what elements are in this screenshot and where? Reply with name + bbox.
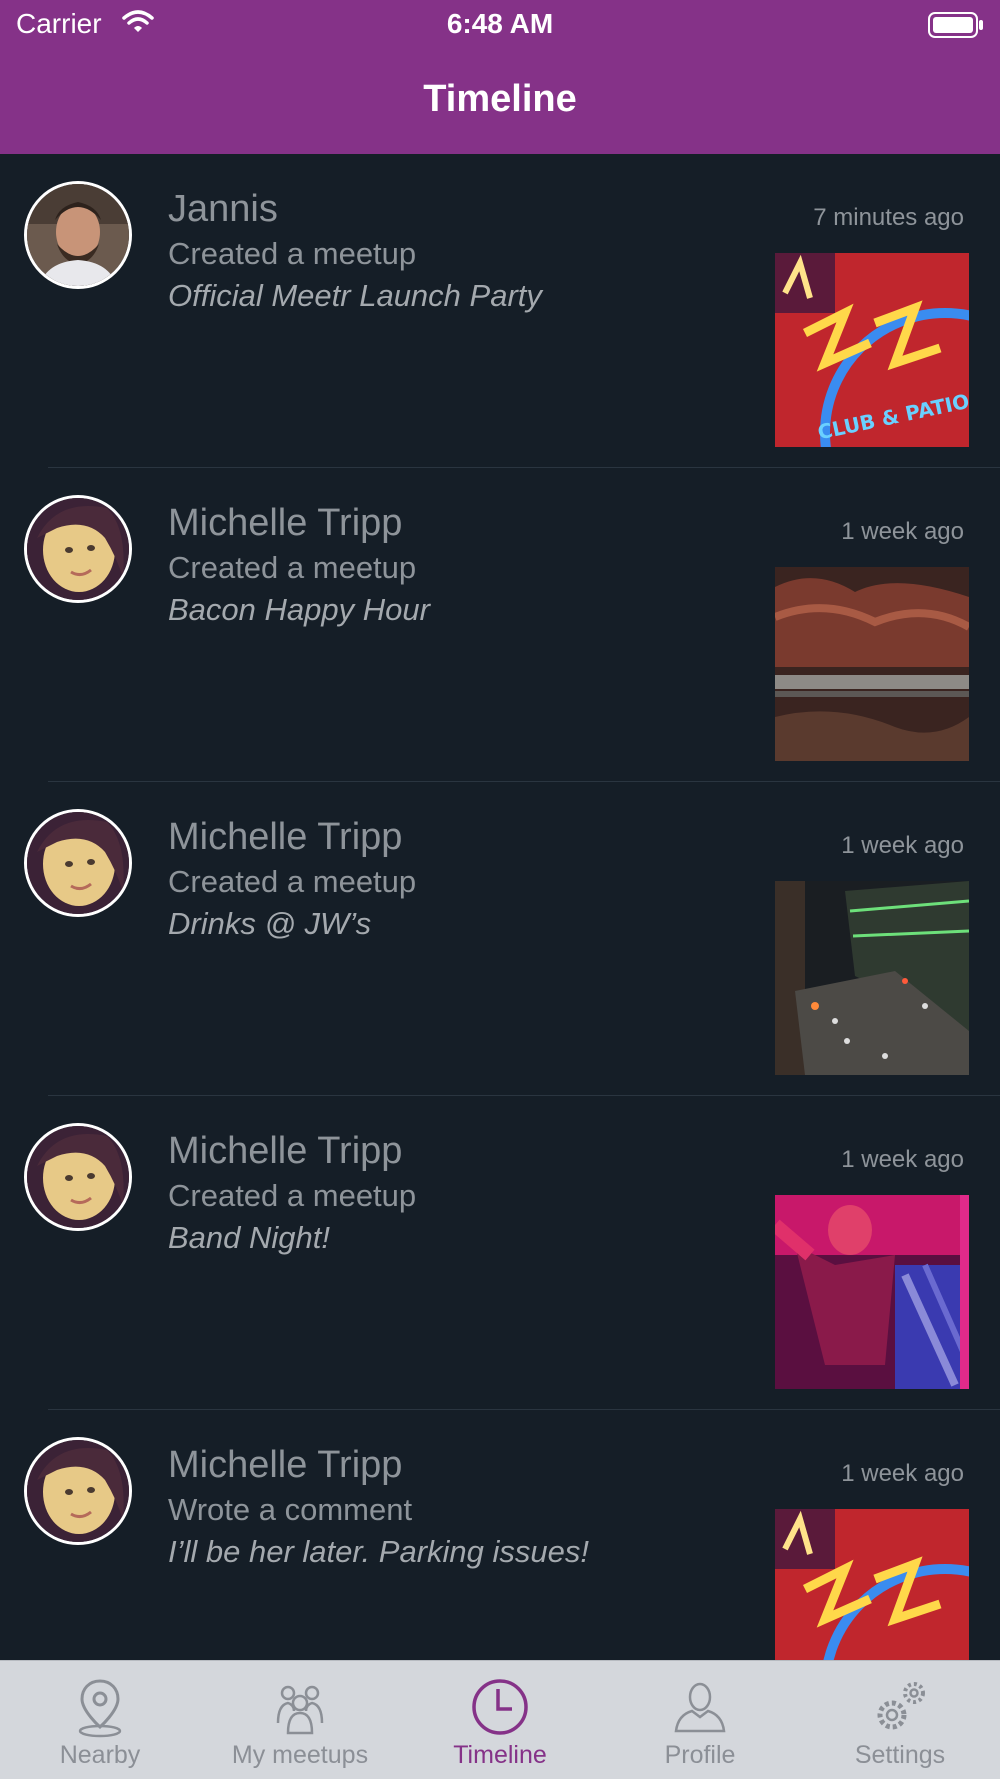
activity-action: Created a meetup [168,236,417,271]
tab-nearby[interactable]: Nearby [0,1661,200,1779]
user-name: Jannis [168,188,278,230]
location-pin-icon [78,1679,122,1738]
activity-detail[interactable]: Drinks @ JW’s [168,906,371,942]
activity-detail[interactable]: Bacon Happy Hour [168,592,430,628]
meetup-thumbnail[interactable] [775,881,969,1075]
avatar[interactable] [24,1123,132,1231]
activity-detail[interactable]: Band Night! [168,1220,330,1256]
meetup-thumbnail[interactable] [775,567,969,761]
activity-action: Created a meetup [168,864,417,899]
avatar[interactable] [24,181,132,289]
tab-label: Nearby [59,1741,141,1769]
meetup-thumbnail[interactable] [775,1195,969,1389]
activity-action: Created a meetup [168,550,417,585]
timeline-item[interactable]: Michelle Tripp Created a meetup Bacon Ha… [0,468,1000,782]
timestamp: 1 week ago [841,832,964,859]
user-name: Michelle Tripp [168,502,403,544]
timestamp: 1 week ago [841,518,964,545]
user-name: Michelle Tripp [168,1130,403,1172]
group-icon [276,1685,324,1735]
clock-icon [472,1679,528,1735]
timestamp: 7 minutes ago [813,204,964,231]
status-bar: Carrier 6:48 AM [0,0,1000,50]
avatar[interactable] [24,1437,132,1545]
timeline-item[interactable]: Michelle Tripp Created a meetup Band Nig… [0,1096,1000,1410]
gears-icon [877,1682,925,1730]
meetup-thumbnail[interactable]: CLUB & PATIO [775,253,969,447]
avatar[interactable] [24,809,132,917]
tab-label: Timeline [453,1741,547,1769]
tab-label: Settings [854,1741,946,1769]
tab-settings[interactable]: Settings [800,1661,1000,1779]
user-name: Michelle Tripp [168,816,403,858]
timeline-feed: Jannis Created a meetup Official Meetr L… [0,154,1000,1724]
tab-timeline[interactable]: Timeline [400,1661,600,1779]
tab-label: Profile [664,1741,736,1769]
activity-detail[interactable]: I’ll be her later. Parking issues! [168,1534,589,1570]
status-time: 6:48 AM [446,8,554,39]
person-icon [674,1682,726,1733]
user-name: Michelle Tripp [168,1444,403,1486]
timeline-item[interactable]: Michelle Tripp Created a meetup Drinks @… [0,782,1000,1096]
page-title: Timeline [423,78,577,120]
tab-my-meetups[interactable]: My meetups [200,1661,400,1779]
battery-icon [928,12,984,43]
tab-bar: Nearby My meetups Timeline Profile Setti… [0,1660,1000,1779]
activity-detail[interactable]: Official Meetr Launch Party [168,278,542,314]
timestamp: 1 week ago [841,1146,964,1173]
tab-label: My meetups [231,1741,369,1769]
tab-profile[interactable]: Profile [600,1661,800,1779]
activity-action: Created a meetup [168,1178,417,1213]
timeline-item[interactable]: Jannis Created a meetup Official Meetr L… [0,154,1000,468]
timestamp: 1 week ago [841,1460,964,1487]
top-bar: Carrier 6:48 AM Timeline [0,0,1000,154]
avatar[interactable] [24,495,132,603]
activity-action: Wrote a comment [168,1492,413,1527]
